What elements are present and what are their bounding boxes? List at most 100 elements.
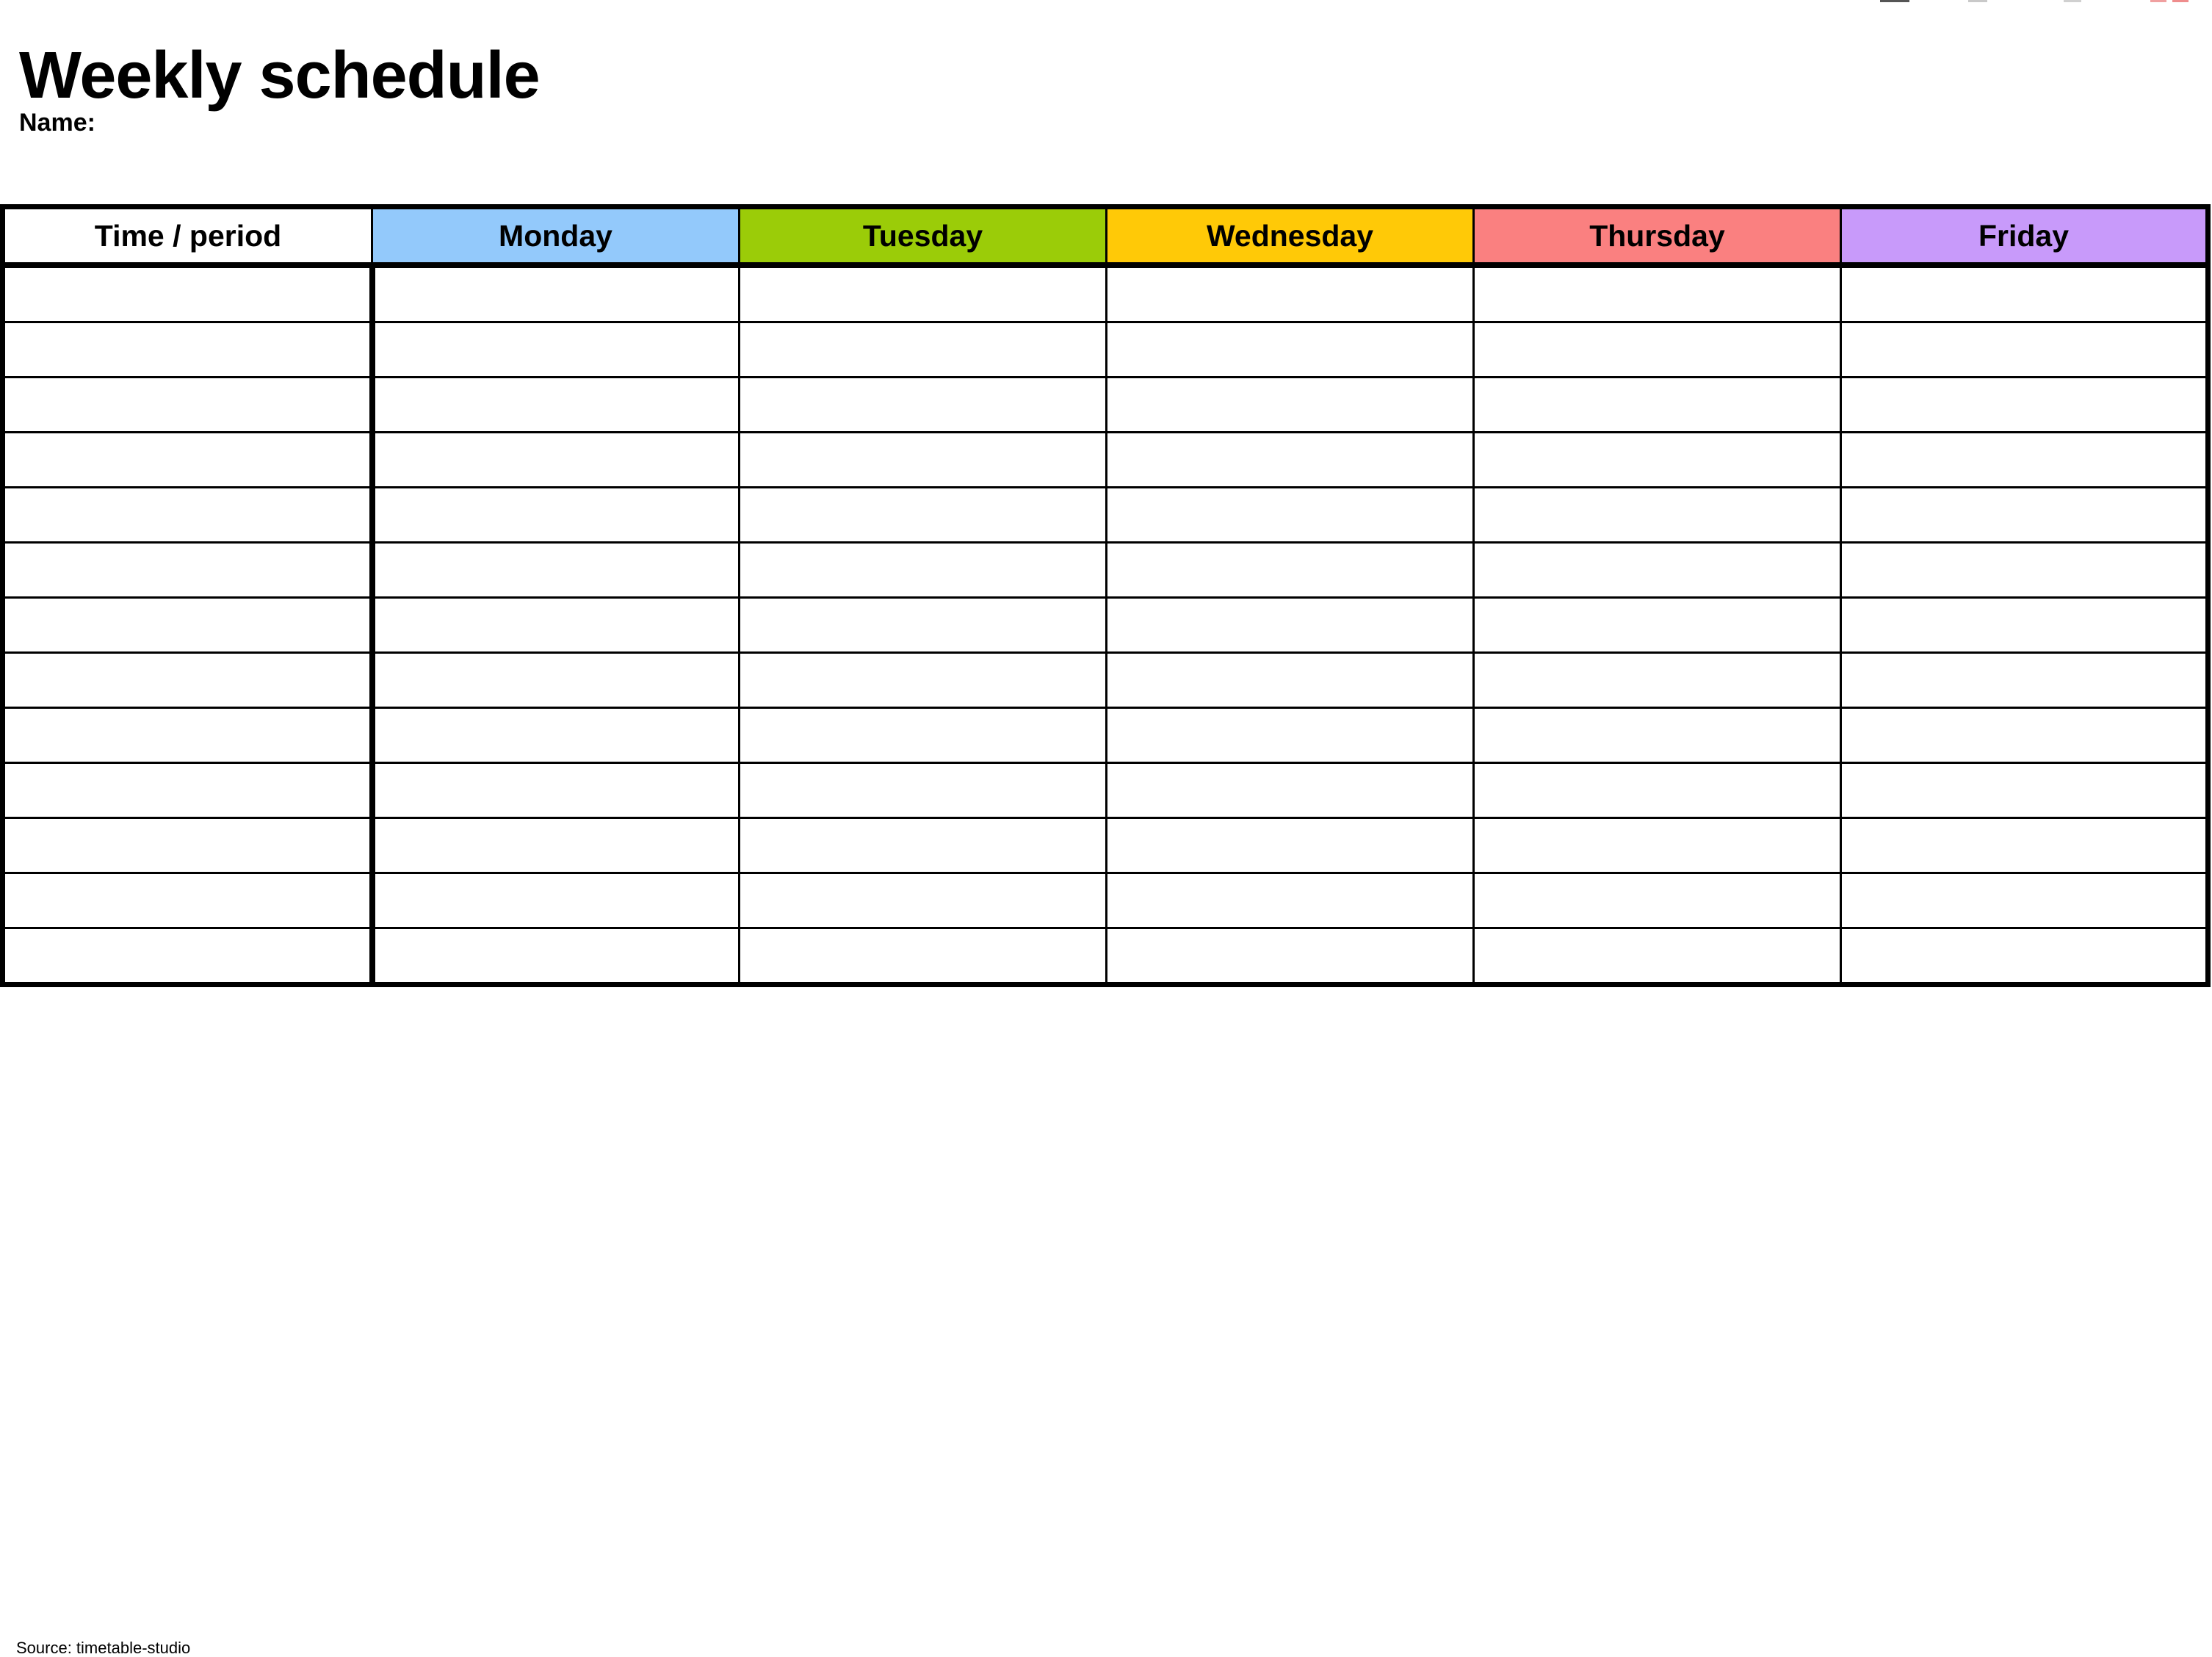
cell-friday-row6[interactable]: [1840, 541, 2209, 599]
footer-note: Source: timetable-studio: [16, 1639, 191, 1657]
cell-time-row10[interactable]: [1, 762, 375, 819]
cell-thursday-row11[interactable]: [1472, 817, 1842, 874]
cell-tuesday-row3[interactable]: [738, 376, 1107, 433]
cell-monday-row9[interactable]: [371, 707, 740, 764]
cell-monday-row6[interactable]: [371, 541, 740, 599]
cell-friday-row12[interactable]: [1840, 872, 2209, 929]
cell-monday-row10[interactable]: [371, 762, 740, 819]
cell-time-row1[interactable]: [1, 264, 375, 323]
cell-monday-row2[interactable]: [371, 321, 740, 378]
column-header-monday[interactable]: Monday: [371, 206, 740, 268]
table-row: [1, 817, 2209, 874]
cell-wednesday-row11[interactable]: [1105, 817, 1475, 874]
cell-time-row3[interactable]: [1, 376, 375, 433]
cell-tuesday-row9[interactable]: [738, 707, 1107, 764]
table-row: [1, 927, 2209, 986]
cell-thursday-row12[interactable]: [1472, 872, 1842, 929]
cell-wednesday-row7[interactable]: [1105, 596, 1475, 654]
cell-tuesday-row7[interactable]: [738, 596, 1107, 654]
cell-monday-row11[interactable]: [371, 817, 740, 874]
cell-friday-row2[interactable]: [1840, 321, 2209, 378]
cell-friday-row9[interactable]: [1840, 707, 2209, 764]
cell-monday-row4[interactable]: [371, 431, 740, 488]
schedule-table-header: Time / period Monday Tuesday Wednesday Thurs…: [1, 206, 2209, 268]
table-row: [1, 264, 2209, 323]
cell-time-row7[interactable]: [1, 596, 375, 654]
cell-time-row13[interactable]: [1, 927, 375, 986]
cell-friday-row7[interactable]: [1840, 596, 2209, 654]
cell-wednesday-row1[interactable]: [1105, 264, 1475, 323]
cell-monday-row8[interactable]: [371, 651, 740, 709]
weekly-schedule-table: Time / period Monday Tuesday Wednesday Thurs…: [0, 204, 2211, 987]
cell-friday-row3[interactable]: [1840, 376, 2209, 433]
cell-wednesday-row13[interactable]: [1105, 927, 1475, 986]
table-row: [1, 707, 2209, 764]
table-row: [1, 596, 2209, 654]
cell-thursday-row5[interactable]: [1472, 486, 1842, 544]
name-label: Name:: [19, 109, 95, 137]
column-header-friday[interactable]: Friday: [1840, 206, 2209, 268]
cell-thursday-row13[interactable]: [1472, 927, 1842, 986]
cell-monday-row1[interactable]: [371, 264, 740, 323]
cell-friday-row10[interactable]: [1840, 762, 2209, 819]
cell-thursday-row10[interactable]: [1472, 762, 1842, 819]
cell-tuesday-row11[interactable]: [738, 817, 1107, 874]
cell-tuesday-row4[interactable]: [738, 431, 1107, 488]
column-header-tuesday[interactable]: Tuesday: [738, 206, 1107, 268]
cell-wednesday-row2[interactable]: [1105, 321, 1475, 378]
cell-monday-row13[interactable]: [371, 927, 740, 986]
cell-time-row11[interactable]: [1, 817, 375, 874]
cell-tuesday-row12[interactable]: [738, 872, 1107, 929]
cell-time-row8[interactable]: [1, 651, 375, 709]
table-row: [1, 486, 2209, 544]
cell-friday-row11[interactable]: [1840, 817, 2209, 874]
cell-friday-row1[interactable]: [1840, 264, 2209, 323]
cell-wednesday-row10[interactable]: [1105, 762, 1475, 819]
cell-thursday-row9[interactable]: [1472, 707, 1842, 764]
cell-friday-row4[interactable]: [1840, 431, 2209, 488]
cell-friday-row5[interactable]: [1840, 486, 2209, 544]
cell-monday-row5[interactable]: [371, 486, 740, 544]
cell-tuesday-row5[interactable]: [738, 486, 1107, 544]
cell-wednesday-row8[interactable]: [1105, 651, 1475, 709]
cell-thursday-row2[interactable]: [1472, 321, 1842, 378]
cell-thursday-row1[interactable]: [1472, 264, 1842, 323]
cell-tuesday-row6[interactable]: [738, 541, 1107, 599]
cell-time-row2[interactable]: [1, 321, 375, 378]
cell-thursday-row6[interactable]: [1472, 541, 1842, 599]
cell-thursday-row8[interactable]: [1472, 651, 1842, 709]
cell-wednesday-row9[interactable]: [1105, 707, 1475, 764]
cell-wednesday-row3[interactable]: [1105, 376, 1475, 433]
cell-tuesday-row13[interactable]: [738, 927, 1107, 986]
cell-wednesday-row5[interactable]: [1105, 486, 1475, 544]
page-title: Weekly schedule: [19, 39, 541, 113]
cell-monday-row3[interactable]: [371, 376, 740, 433]
cell-thursday-row4[interactable]: [1472, 431, 1842, 488]
table-row: [1, 872, 2209, 929]
cell-tuesday-row10[interactable]: [738, 762, 1107, 819]
weekly-schedule-page: Weekly schedule Name: Time / period Monda…: [0, 0, 2212, 1656]
cell-thursday-row7[interactable]: [1472, 596, 1842, 654]
cell-thursday-row3[interactable]: [1472, 376, 1842, 433]
column-header-time[interactable]: Time / period: [1, 206, 373, 268]
cell-wednesday-row12[interactable]: [1105, 872, 1475, 929]
column-header-wednesday[interactable]: Wednesday: [1105, 206, 1475, 268]
cell-time-row6[interactable]: [1, 541, 375, 599]
cell-monday-row7[interactable]: [371, 596, 740, 654]
cell-time-row5[interactable]: [1, 486, 375, 544]
table-row: [1, 321, 2209, 378]
cell-monday-row12[interactable]: [371, 872, 740, 929]
table-row: [1, 431, 2209, 488]
cell-friday-row13[interactable]: [1840, 927, 2209, 986]
table-row: [1, 376, 2209, 433]
cell-wednesday-row6[interactable]: [1105, 541, 1475, 599]
cell-time-row4[interactable]: [1, 431, 375, 488]
cell-wednesday-row4[interactable]: [1105, 431, 1475, 488]
cell-tuesday-row2[interactable]: [738, 321, 1107, 378]
cell-tuesday-row8[interactable]: [738, 651, 1107, 709]
cell-tuesday-row1[interactable]: [738, 264, 1107, 323]
column-header-thursday[interactable]: Thursday: [1472, 206, 1842, 268]
cell-time-row9[interactable]: [1, 707, 375, 764]
cell-time-row12[interactable]: [1, 872, 375, 929]
cell-friday-row8[interactable]: [1840, 651, 2209, 709]
